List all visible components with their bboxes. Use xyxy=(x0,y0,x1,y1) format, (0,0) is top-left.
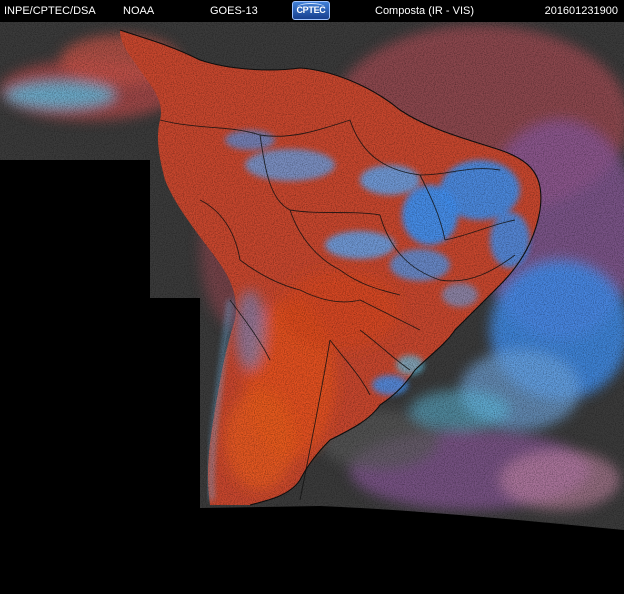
source-label: INPE/CPTEC/DSA xyxy=(4,5,96,17)
satellite-map xyxy=(0,22,624,530)
product-label: Composta (IR - VIS) xyxy=(375,5,475,17)
agency-label: NOAA xyxy=(123,5,155,17)
cptec-logo: CPTEC xyxy=(292,1,330,20)
satellite-label: GOES-13 xyxy=(210,5,258,17)
timestamp-label: 201601231900 xyxy=(544,5,618,17)
satellite-view: INPE/CPTEC/DSA NOAA GOES-13 Composta (IR… xyxy=(0,0,624,594)
logo-arc-icon xyxy=(297,3,325,12)
